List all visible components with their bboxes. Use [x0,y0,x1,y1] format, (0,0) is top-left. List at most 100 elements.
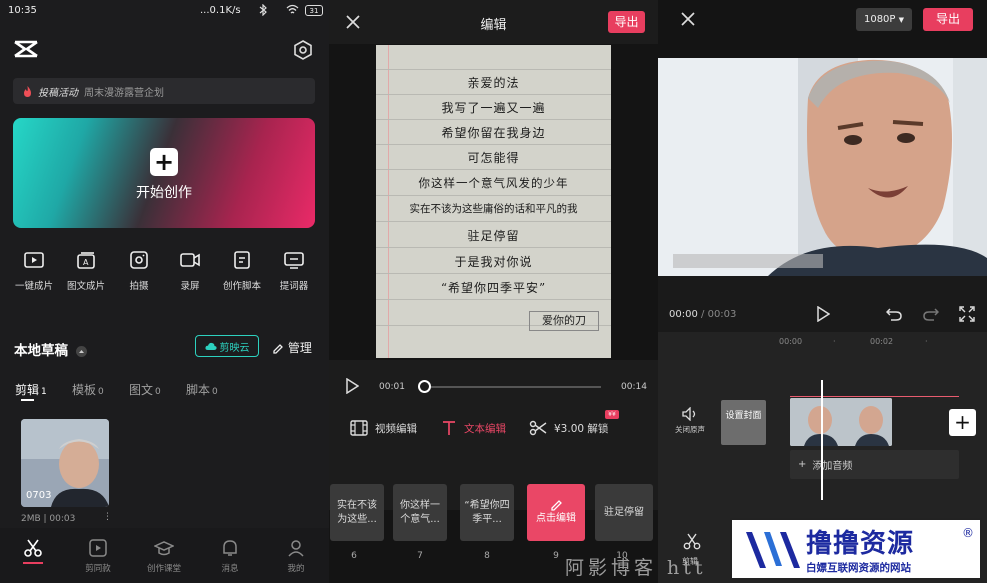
nav-profile[interactable]: 我的 [271,538,321,574]
note-rule [376,299,611,300]
caret-up-icon[interactable] [75,345,87,357]
start-create-label: 开始创作 [136,185,192,201]
play-icon[interactable] [345,378,359,394]
brand-subtitle: 白嫖互联网资源的网站 [806,562,911,574]
set-cover-button[interactable]: 设置封面 [721,400,766,445]
plus-icon: + [798,459,807,470]
clip-number: 8 [484,551,490,561]
note-rule [376,69,611,70]
add-audio-label: 添加音频 [812,461,853,472]
text-editor-screen: 编辑 导出 亲爱的法 我写了一遍又一遍 希望你留在我身边 可怎能得 你这样一个意… [329,0,658,583]
pencil-icon [272,343,284,355]
promo-text: 周末漫游露营企划 [84,87,164,99]
tab-template[interactable]: 模板 0 [72,381,104,398]
tool-label: 一键成片 [14,281,53,292]
cloud-button[interactable]: 剪映云 [195,335,259,357]
promo-banner[interactable]: 投稿活动 周末漫游露营企划 [13,78,315,104]
ruler-tick: 00:00 [779,337,803,346]
cloud-icon [204,342,217,351]
pencil-icon [550,499,563,512]
nav-label: 我的 [287,564,305,574]
tab-label: 图文 [129,383,154,397]
tab-count: 1 [41,387,47,397]
playhead[interactable] [821,380,823,500]
plus-icon: + [150,148,178,176]
start-create-button[interactable]: + 开始创作 [13,118,315,228]
play-icon[interactable] [816,306,830,322]
tool-script[interactable]: 创作脚本 [219,250,265,292]
video-editor-screen: 1080P ▼ 导出 00:00 / 00:03 00:00 · 00:02 ·… [658,0,987,583]
teleprompter-icon [283,250,305,270]
video-clip-strip[interactable] [790,398,892,446]
mute-original-button[interactable]: 关闭原声 [672,407,708,435]
tab-script[interactable]: 脚本 0 [186,381,218,398]
manage-button[interactable]: 管理 [272,339,312,356]
tab-text-image[interactable]: 图文 0 [129,381,161,398]
nav-label: 剪同款 [85,564,111,574]
resolution-dropdown[interactable]: 1080P ▼ [856,8,912,31]
text-clip[interactable]: “希望你四季平... [460,484,514,541]
template-icon [88,538,108,558]
redo-icon[interactable] [923,306,939,322]
add-audio-button[interactable]: + 添加音频 [790,450,959,479]
tool-label: 提词器 [279,281,309,292]
tab-edit[interactable]: 剪辑 1 [15,381,47,398]
nav-templates[interactable]: 剪同款 [73,538,123,574]
nav-edit[interactable] [8,538,58,564]
tab-indicator [21,399,34,401]
tool-label: 录屏 [180,281,200,292]
vip-badge: ¥¥ [605,410,619,419]
scissors-icon[interactable] [683,533,701,551]
tool-camera[interactable]: 拍摄 [116,250,162,292]
handwritten-note-image: 亲爱的法 我写了一遍又一遍 希望你留在我身边 可怎能得 你这样一个意气风发的少年… [376,45,611,358]
more-vertical-icon[interactable]: ⋮ [103,512,112,522]
caret-down-icon: ▼ [898,16,905,24]
export-button[interactable]: 导出 [608,11,645,33]
export-button[interactable]: 导出 [923,8,973,31]
progress-track[interactable] [425,386,601,388]
preview-current-time: 00:00 [669,309,698,320]
tool-teleprompter[interactable]: 提词器 [271,250,317,292]
tab-label: 剪辑 [15,383,40,397]
close-icon[interactable] [680,11,696,27]
nav-classroom[interactable]: 创作课堂 [139,538,189,574]
progress-knob[interactable] [418,380,431,393]
text-clip[interactable]: 你这样一个意气... [393,484,447,541]
draft-thumbnail[interactable]: 0703 [21,419,109,507]
note-line: 你这样一个意气风发的少年 [418,176,569,190]
note-line: 我写了一遍又一遍 [441,101,546,115]
undo-icon[interactable] [886,306,902,322]
video-preview[interactable] [658,58,987,276]
settings-gear-icon[interactable] [292,39,314,61]
note-line: 于是我对你说 [454,255,533,269]
tool-one-click[interactable]: 一键成片 [11,250,57,292]
svg-text:A: A [83,258,89,267]
user-icon [286,538,306,558]
tool-screen-record[interactable]: 录屏 [167,250,213,292]
drafts-title-text: 本地草稿 [14,343,68,359]
unlock-button[interactable]: ¥3.00 解锁 [529,420,608,436]
scissors-icon [23,538,43,558]
add-clip-button[interactable]: + [949,409,976,436]
nav-active-indicator [23,562,43,564]
tool-text-image[interactable]: A 图文成片 [63,250,109,292]
text-clip[interactable]: 驻足停留 [595,484,653,541]
tab-count: 0 [212,387,218,397]
note-rule [376,144,611,145]
tab-count: 0 [155,387,161,397]
preview-total-time: 00:03 [707,309,737,320]
play-square-icon [23,250,45,270]
text-clip-selected[interactable]: 点击编辑 [527,484,585,541]
clip-number: 6 [351,551,357,561]
fullscreen-icon[interactable] [959,306,975,322]
text-edit-button[interactable]: 文本编辑 [441,420,506,436]
text-clip[interactable]: 实在不该为这些... [330,484,384,541]
mute-label: 关闭原声 [675,425,705,434]
camera-icon [128,250,150,270]
draft-duration: 0703 [26,490,52,501]
clip-text: 点击编辑 [536,513,576,524]
nav-messages[interactable]: 消息 [205,538,255,574]
clip-text: 驻足停留 [604,506,644,518]
video-edit-button[interactable]: 视频编辑 [350,420,417,436]
note-line: 希望你留在我身边 [441,126,546,140]
